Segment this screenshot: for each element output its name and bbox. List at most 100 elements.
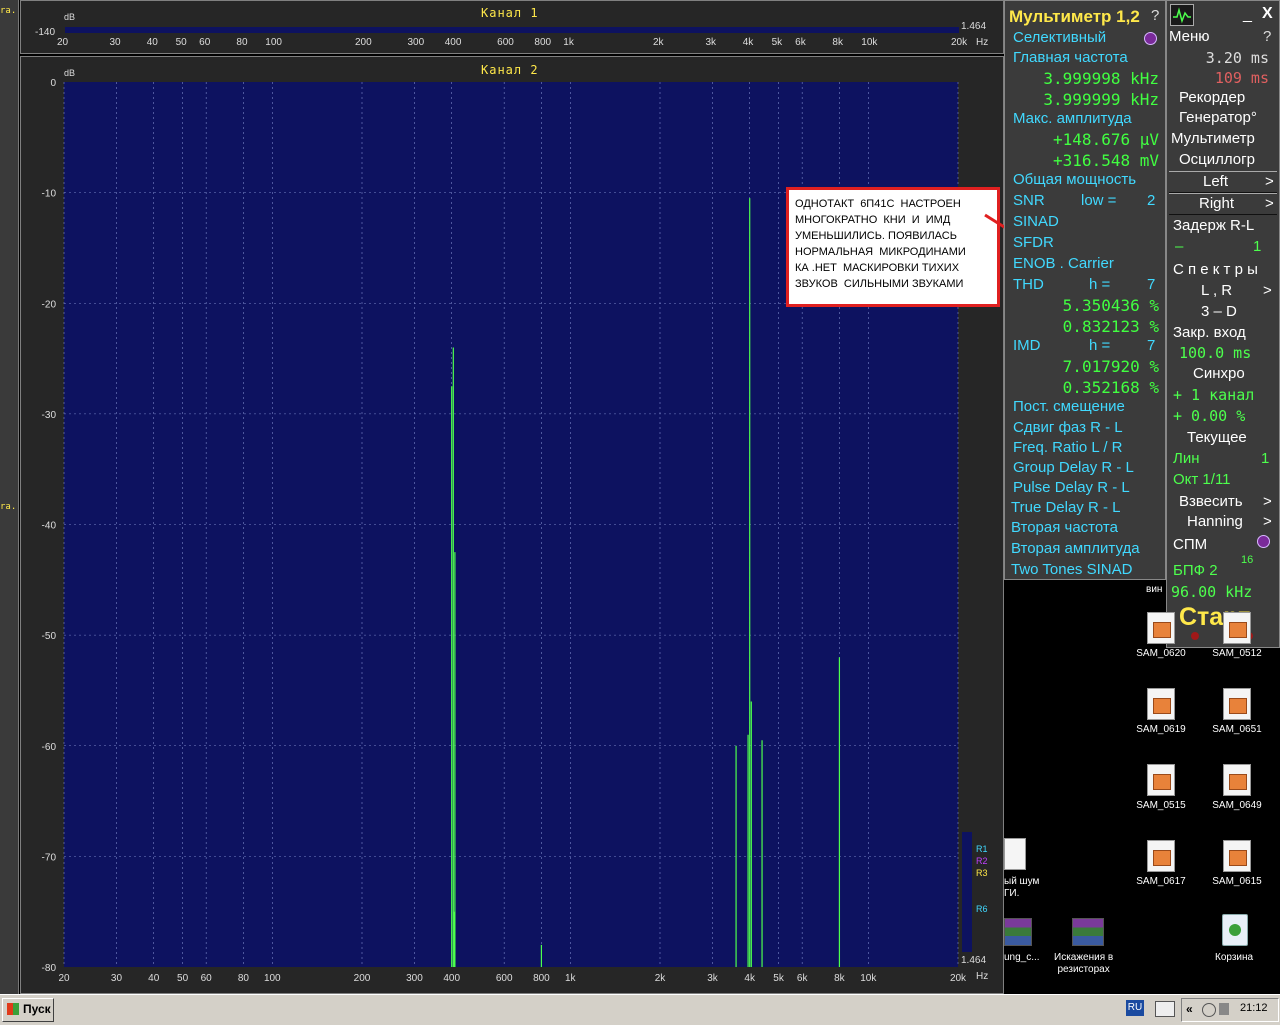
y-tick-label: 0 [50,78,56,89]
sample-rate[interactable]: 96.00 kHz [1171,583,1252,601]
icon-label: SAM_0619 [1136,724,1186,735]
archive-icon[interactable] [1072,918,1104,946]
tray-expand-button[interactable]: « [1186,1002,1193,1016]
x-tick-label: 100 [264,973,281,984]
start-label: Пуск [23,1002,51,1016]
oscillograph-button[interactable]: Осциллогр [1179,151,1255,168]
desktop-icon-sam0651[interactable]: SAM_0651 [1202,688,1272,735]
time-value-1[interactable]: 3.20 ms [1206,49,1269,67]
help-button[interactable]: ? [1263,28,1271,45]
spm-label[interactable]: СПМ [1173,536,1207,553]
x-tick-label: 4k [744,973,756,984]
total-power-label[interactable]: Общая мощность [1013,171,1136,188]
right-channel-label: Right [1199,195,1235,212]
archive-icon[interactable] [1004,918,1032,946]
right-channel-button[interactable]: Right > [1169,193,1277,215]
menu-button[interactable]: Меню [1169,28,1210,45]
closed-input-value[interactable]: 100.0 ms [1179,344,1251,362]
delay-label[interactable]: Задерж R-L [1173,217,1254,234]
snr-low-value[interactable]: 2 [1147,192,1155,209]
recorder-button[interactable]: Рекордер [1179,89,1245,106]
desktop-icon-sam0512[interactable]: SAM_0512 [1202,612,1272,659]
weigh-arrow[interactable]: > [1263,493,1272,510]
thd-label[interactable]: THD [1013,276,1044,293]
second-freq-label[interactable]: Вторая частота [1011,519,1118,536]
spectrum-chart[interactable]: 0 -10 -20 -30 -40 -50 -60 -70 -80 20 30 40 50 60 80 10… [0,0,1004,992]
multimeter-panel: Мультиметр 1,2 ? Селективный Главная час… [1004,0,1166,580]
minimize-button[interactable]: _ [1243,6,1252,24]
selective-indicator[interactable] [1144,32,1157,45]
group-delay-label[interactable]: Group Delay R - L [1013,459,1134,476]
closed-input-label[interactable]: Закр. вход [1173,324,1246,341]
max-amp-label[interactable]: Макс. амплитуда [1013,110,1132,127]
desktop-icon-sam0619[interactable]: SAM_0619 [1126,688,1196,735]
spectra-label[interactable]: С п е к т р ы [1173,261,1258,278]
two-tones-label[interactable]: Two Tones SINAD [1011,561,1132,578]
fft-label[interactable]: БПФ 2 [1173,562,1218,579]
hanning-button[interactable]: Hanning [1187,513,1243,530]
desktop-icon-sam0617[interactable]: SAM_0617 [1126,840,1196,887]
desktop-icon-sam0649[interactable]: SAM_0649 [1202,764,1272,811]
start-menu-button[interactable]: Пуск [2,998,54,1022]
current-label[interactable]: Текущее [1187,429,1247,446]
image-file-icon [1223,612,1251,644]
max-amp-value-2: +316.548 mV [1053,151,1159,170]
selective-mode[interactable]: Селективный [1013,29,1106,46]
sync-channel[interactable]: + 1 канал [1173,386,1254,404]
imd-label[interactable]: IMD [1013,337,1041,354]
system-tray: « 21:12 [1181,998,1279,1022]
spm-indicator[interactable] [1257,535,1270,548]
generator-button[interactable]: Генератор° [1179,109,1257,126]
spectra-3d[interactable]: 3 – D [1201,303,1237,320]
pulse-delay-label[interactable]: Pulse Delay R - L [1013,479,1130,496]
linear-value[interactable]: 1 [1261,450,1269,467]
spectra-arrow[interactable]: > [1263,282,1272,299]
time-value-2[interactable]: 109 ms [1215,69,1269,87]
dc-offset-label[interactable]: Пост. смещение [1013,398,1125,415]
multimeter-help-button[interactable]: ? [1151,7,1159,24]
archive-label-2[interactable]: Искажения в резисторах [1054,952,1113,976]
volume-icon[interactable] [1219,1003,1229,1015]
windows-logo-icon [7,1003,19,1015]
imd-value-2: 0.352168 % [1062,378,1159,397]
language-indicator[interactable]: RU [1126,1000,1144,1016]
second-amp-label[interactable]: Вторая амплитуда [1011,540,1140,557]
hanning-arrow[interactable]: > [1263,513,1272,530]
main-freq-value-2: 3.999999 kHz [1043,90,1159,109]
noise-file-label[interactable]: ый шум ГИ. [1004,876,1039,900]
spectra-lr[interactable]: L , R [1201,282,1232,299]
close-button[interactable]: X [1262,5,1273,23]
snr-label[interactable]: SNR [1013,192,1045,209]
octave-value[interactable]: Окт 1/11 [1173,471,1231,488]
recycle-bin-label[interactable]: Корзина [1215,952,1253,963]
sfdr-label[interactable]: SFDR [1013,234,1054,251]
weigh-button[interactable]: Взвесить [1179,493,1243,510]
sync-percent[interactable]: + 0.00 % [1173,407,1245,425]
linear-label[interactable]: Лин [1173,450,1200,467]
imd-h-value[interactable]: 7 [1147,337,1155,354]
clock[interactable]: 21:12 [1240,1002,1268,1014]
network-icon[interactable] [1202,1003,1216,1017]
audio-file-icon[interactable] [1004,838,1026,870]
desktop-icon-sam0620[interactable]: SAM_0620 [1126,612,1196,659]
left-channel-button[interactable]: Left > [1169,171,1277,193]
multimeter-title: Мультиметр 1,2 [1009,7,1140,26]
true-delay-label[interactable]: True Delay R - L [1011,499,1120,516]
multimeter-button[interactable]: Мультиметр [1171,130,1255,147]
sinad-label[interactable]: SINAD [1013,213,1059,230]
main-freq-label[interactable]: Главная частота [1013,49,1128,66]
scope-app-icon[interactable] [1170,4,1194,26]
freq-ratio-label[interactable]: Freq. Ratio L / R [1013,439,1122,456]
keyboard-icon[interactable] [1155,1001,1175,1017]
delay-sign[interactable]: – [1175,238,1183,255]
recycle-bin-icon[interactable] [1222,914,1248,946]
desktop-icon-sam0515[interactable]: SAM_0515 [1126,764,1196,811]
enob-label[interactable]: ENOB . Carrier [1013,255,1114,272]
delay-value[interactable]: 1 [1253,238,1261,255]
phase-shift-label[interactable]: Сдвиг фаз R - L [1013,419,1123,436]
thd-h-value[interactable]: 7 [1147,276,1155,293]
x-tick-label: 6k [797,973,809,984]
archive-label-1[interactable]: ung_c... [1004,952,1040,963]
sync-label[interactable]: Синхро [1193,365,1245,382]
desktop-icon-sam0615[interactable]: SAM_0615 [1202,840,1272,887]
